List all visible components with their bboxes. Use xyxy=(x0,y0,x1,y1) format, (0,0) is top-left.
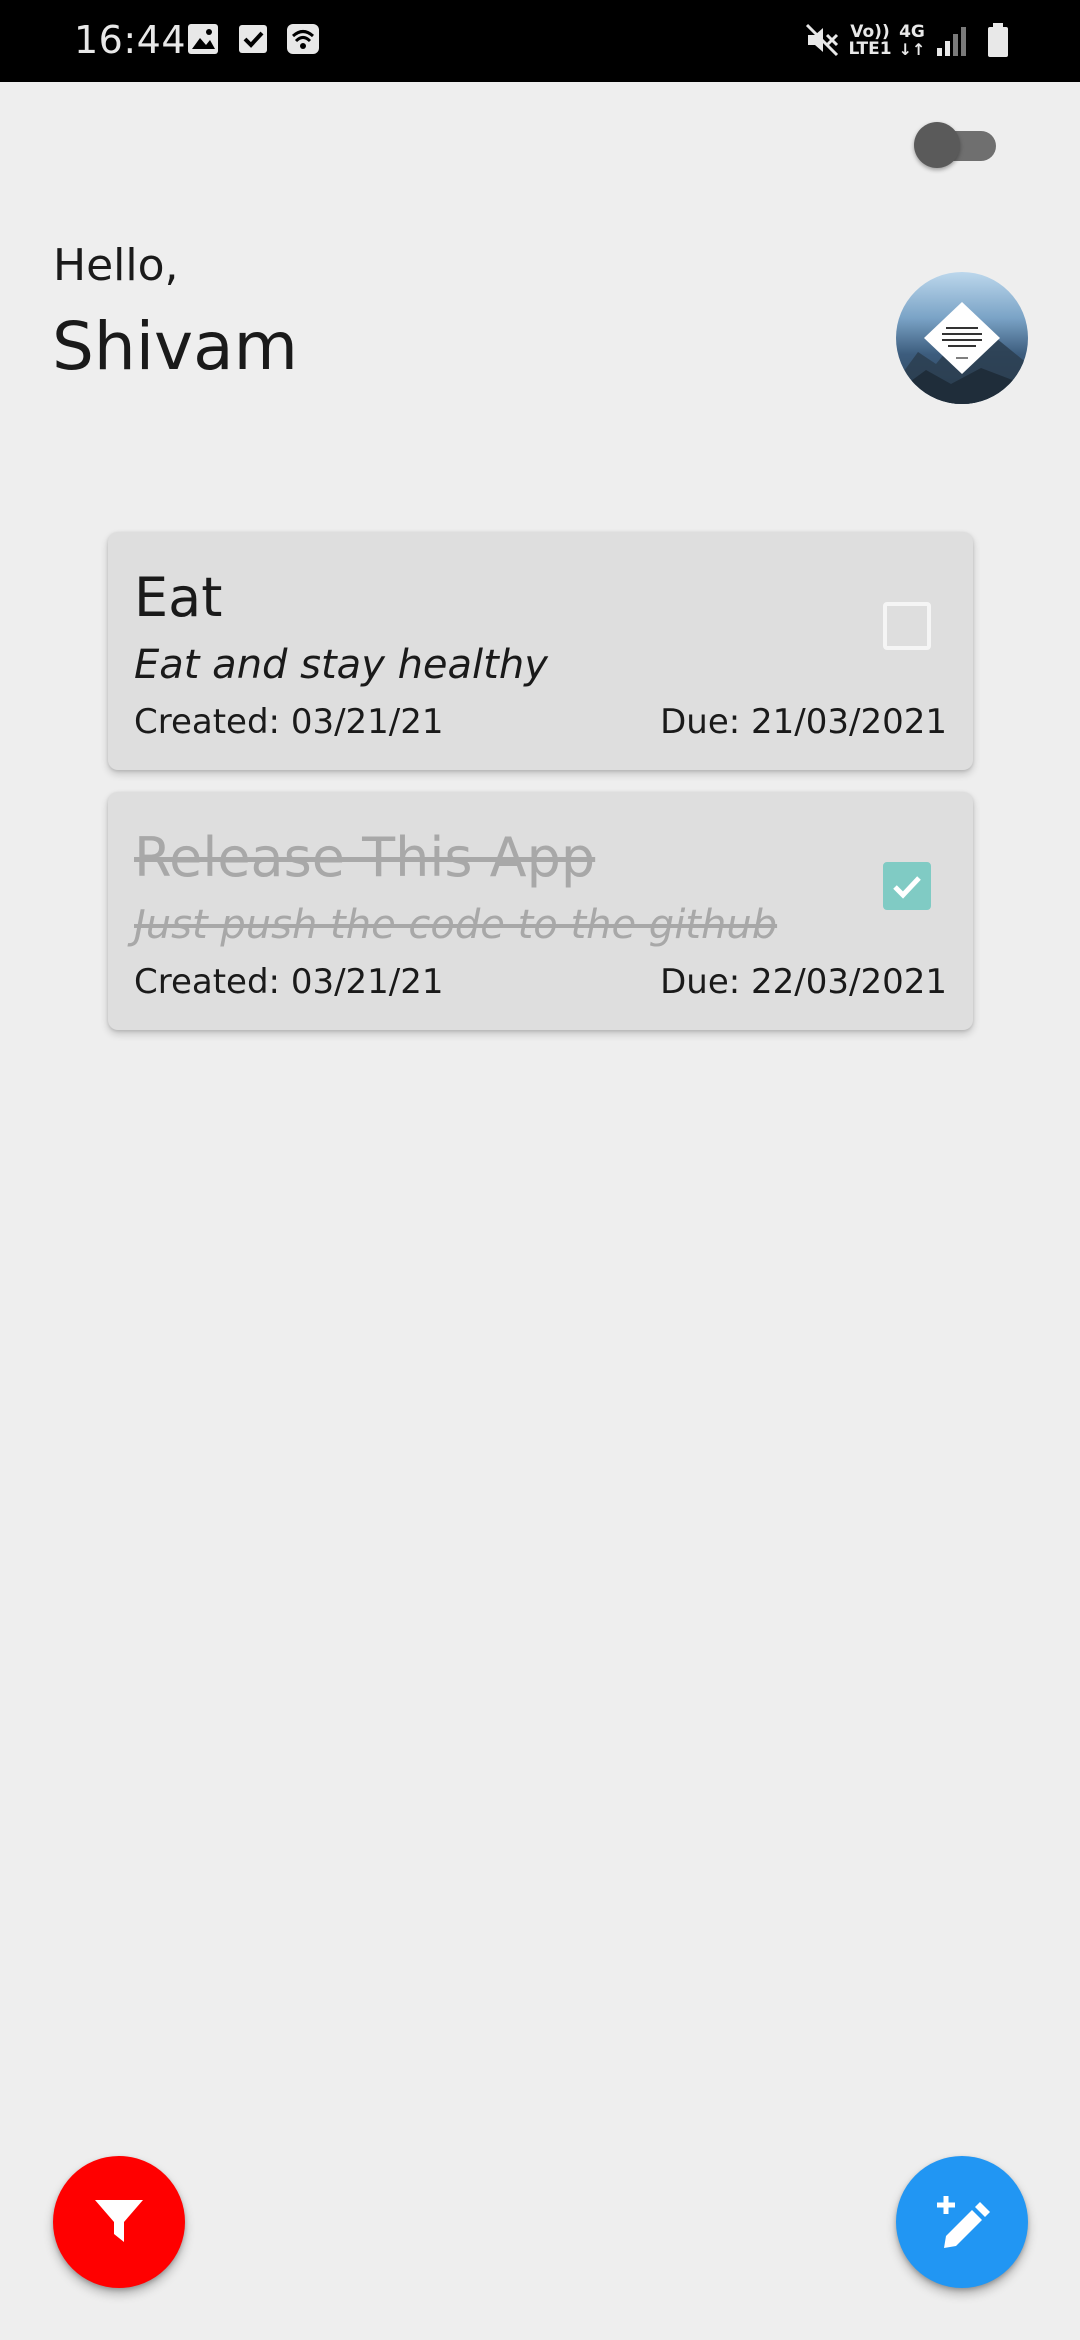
status-time: 16:44 xyxy=(74,18,187,62)
task-title: Release This App xyxy=(134,826,596,889)
task-created-date: Created: 03/21/21 xyxy=(134,702,444,742)
battery-icon xyxy=(986,22,1010,62)
check-icon xyxy=(893,876,921,899)
wifi-calling-icon xyxy=(285,22,321,60)
task-complete-checkbox[interactable] xyxy=(883,602,931,650)
lte-label: LTE1 xyxy=(848,39,892,59)
network-label: 4G xyxy=(899,22,925,42)
task-created-date: Created: 03/21/21 xyxy=(134,962,444,1002)
toggle-thumb xyxy=(914,122,960,168)
task-description: Eat and stay healthy xyxy=(134,642,548,688)
task-due-date: Due: 22/03/2021 xyxy=(660,962,947,1002)
task-title: Eat xyxy=(134,566,223,629)
avatar[interactable] xyxy=(896,272,1028,404)
add-task-button[interactable] xyxy=(896,2156,1028,2288)
theme-toggle[interactable] xyxy=(914,122,998,168)
user-name: Shivam xyxy=(52,308,298,385)
mute-icon xyxy=(804,22,840,62)
status-bar: 16:44 Vo)) LTE1 4G ↓↑ xyxy=(0,0,1080,82)
task-due-date: Due: 21/03/2021 xyxy=(660,702,947,742)
task-description: Just push the code to the github xyxy=(134,902,778,948)
filter-button[interactable] xyxy=(53,2156,185,2288)
add-edit-icon xyxy=(937,2196,990,2248)
check-box-icon xyxy=(236,22,270,60)
app-screen: 16:44 Vo)) LTE1 4G ↓↑ Hello, Shivam Eat … xyxy=(0,0,1080,2340)
task-complete-checkbox[interactable] xyxy=(883,862,931,910)
signal-icon xyxy=(934,24,970,62)
image-icon xyxy=(186,22,220,60)
volte-icon: Vo)) LTE1 xyxy=(848,24,892,58)
task-card[interactable]: Release This App Just push the code to t… xyxy=(108,792,973,1030)
network-4g-icon: 4G ↓↑ xyxy=(898,22,926,59)
filter-icon xyxy=(95,2200,143,2242)
task-card[interactable]: Eat Eat and stay healthy Created: 03/21/… xyxy=(108,532,973,770)
avatar-image xyxy=(896,302,1028,404)
greeting-hello: Hello, xyxy=(53,240,179,291)
